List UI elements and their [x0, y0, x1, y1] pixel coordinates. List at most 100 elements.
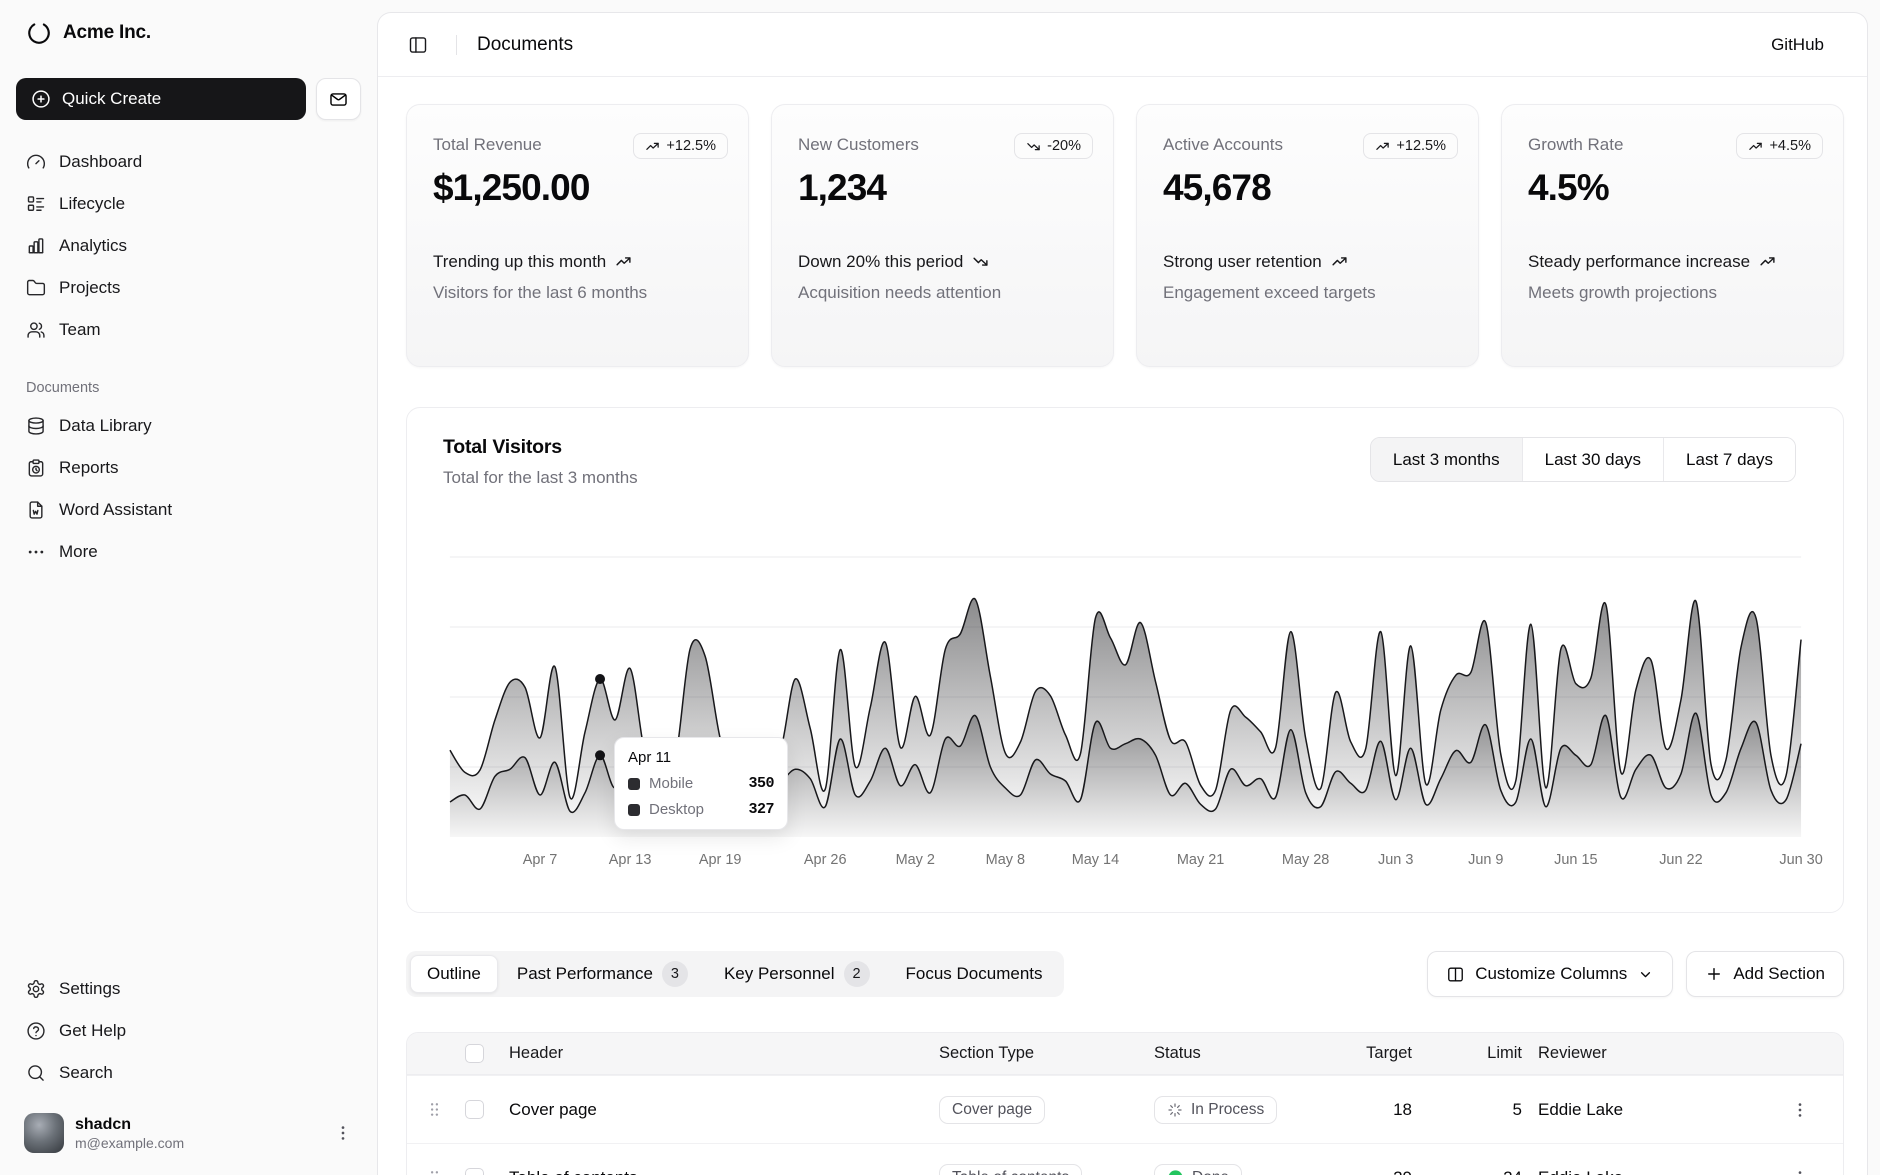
sidebar-item-label: More	[59, 542, 98, 562]
trend-badge: -20%	[1014, 133, 1093, 159]
range-last-30-days[interactable]: Last 30 days	[1522, 438, 1663, 481]
cell-header[interactable]: Cover page	[509, 1100, 939, 1120]
column-header: Status	[1154, 1044, 1344, 1063]
ellipsis-vertical-icon[interactable]	[333, 1123, 353, 1143]
status-label: Done	[1192, 1169, 1229, 1175]
stat-card-footer-text: Strong user retention	[1163, 251, 1322, 274]
stat-card-new-customers: New Customers-20%1,234Down 20% this peri…	[771, 104, 1114, 367]
main-panel: Documents GitHub Total Revenue+12.5%$1,2…	[377, 12, 1868, 1175]
range-last-3-months[interactable]: Last 3 months	[1371, 438, 1522, 481]
database-icon	[26, 416, 46, 436]
plus-icon	[1705, 965, 1723, 983]
sidebar-item-get-help[interactable]: Get Help	[16, 1013, 361, 1049]
tooltip-series-label: Mobile	[649, 775, 693, 792]
settings-icon	[26, 979, 46, 999]
quick-create-button[interactable]: Quick Create	[16, 78, 306, 120]
cell-target[interactable]: 29	[1344, 1168, 1414, 1175]
sidebar-item-data-library[interactable]: Data Library	[16, 408, 361, 444]
tab-past-performance[interactable]: Past Performance3	[500, 955, 705, 993]
panel-left-icon	[408, 35, 428, 55]
row-checkbox[interactable]	[465, 1168, 484, 1175]
svg-text:Apr 26: Apr 26	[804, 852, 847, 868]
sidebar-nav-main: Dashboard Lifecycle Analytics Projects Team	[16, 144, 361, 348]
svg-text:Jun 9: Jun 9	[1468, 852, 1503, 868]
tab-label: Past Performance	[517, 964, 653, 984]
drag-handle-icon[interactable]	[425, 1100, 465, 1119]
svg-text:May 28: May 28	[1282, 852, 1329, 868]
sidebar-spacer	[16, 570, 361, 971]
cell-target[interactable]: 18	[1344, 1100, 1414, 1120]
select-all-checkbox[interactable]	[465, 1044, 484, 1063]
drag-handle-icon[interactable]	[425, 1168, 465, 1175]
sidebar-item-search[interactable]: Search	[16, 1055, 361, 1091]
users-icon	[26, 320, 46, 340]
column-header: Header	[509, 1044, 939, 1063]
sidebar-item-dashboard[interactable]: Dashboard	[16, 144, 361, 180]
sidebar-item-word-assistant[interactable]: Word Assistant	[16, 492, 361, 528]
trend-up-icon	[1331, 253, 1348, 270]
plus-circle-icon	[31, 89, 51, 109]
stat-card-value: 1,234	[798, 167, 1087, 209]
brand-name: Acme Inc.	[63, 22, 151, 44]
sidebar-item-label: Data Library	[59, 416, 152, 436]
customize-columns-button[interactable]: Customize Columns	[1427, 951, 1673, 997]
table-toolbar: OutlinePast Performance3Key Personnel2Fo…	[406, 951, 1844, 997]
stat-card-footer-desc: Meets growth projections	[1528, 283, 1817, 303]
sidebar-item-analytics[interactable]: Analytics	[16, 228, 361, 264]
tab-key-personnel[interactable]: Key Personnel2	[707, 955, 887, 993]
cell-reviewer[interactable]: Eddie Lake	[1524, 1100, 1774, 1120]
sidebar-toggle-button[interactable]	[400, 27, 436, 63]
user-name: shadcn	[75, 1117, 322, 1133]
range-last-7-days[interactable]: Last 7 days	[1663, 438, 1795, 481]
row-checkbox[interactable]	[465, 1100, 484, 1119]
row-actions-button[interactable]	[1774, 1100, 1825, 1120]
user-menu[interactable]: shadcn m@example.com	[16, 1105, 361, 1161]
sidebar-item-label: Lifecycle	[59, 194, 125, 214]
stat-card-footer-title: Trending up this month	[433, 251, 722, 274]
tooltip-series-value: 350	[748, 775, 774, 792]
sidebar-item-label: Projects	[59, 278, 120, 298]
inbox-button[interactable]	[316, 78, 361, 120]
file-word-icon	[26, 500, 46, 520]
sidebar-item-reports[interactable]: Reports	[16, 450, 361, 486]
sidebar-item-projects[interactable]: Projects	[16, 270, 361, 306]
search-icon	[26, 1063, 46, 1083]
row-actions-button[interactable]	[1774, 1168, 1825, 1175]
trend-badge: +4.5%	[1736, 133, 1823, 159]
sidebar-item-team[interactable]: Team	[16, 312, 361, 348]
sidebar-item-settings[interactable]: Settings	[16, 971, 361, 1007]
cell-limit[interactable]: 24	[1414, 1168, 1524, 1175]
tab-focus-documents[interactable]: Focus Documents	[889, 955, 1060, 993]
topbar: Documents GitHub	[378, 13, 1867, 77]
status-label: In Process	[1191, 1101, 1264, 1119]
chevron-down-icon	[1637, 966, 1654, 983]
dots-icon	[26, 542, 46, 562]
svg-text:Jun 3: Jun 3	[1378, 852, 1413, 868]
tooltip-row: Desktop327	[628, 801, 774, 818]
quick-create-label: Quick Create	[62, 89, 161, 109]
avatar	[24, 1113, 64, 1153]
brand-menu[interactable]: Acme Inc.	[16, 14, 361, 52]
cell-limit[interactable]: 5	[1414, 1100, 1524, 1120]
content: Total Revenue+12.5%$1,250.00Trending up …	[378, 77, 1867, 1175]
trend-badge-value: +12.5%	[1396, 138, 1446, 154]
stat-cards: Total Revenue+12.5%$1,250.00Trending up …	[406, 104, 1844, 367]
sidebar-item-lifecycle[interactable]: Lifecycle	[16, 186, 361, 222]
chart-title: Total Visitors	[443, 436, 638, 459]
chart-bar-icon	[26, 236, 46, 256]
column-header: Section Type	[939, 1044, 1154, 1063]
cell-status: In Process	[1154, 1096, 1344, 1124]
active-dot-desktop	[595, 674, 605, 684]
cell-reviewer[interactable]: Eddie Lake	[1524, 1168, 1774, 1175]
add-section-button[interactable]: Add Section	[1686, 951, 1844, 997]
cell-header[interactable]: Table of contents	[509, 1168, 939, 1175]
tab-outline[interactable]: Outline	[410, 955, 498, 993]
sidebar-item-label: Dashboard	[59, 152, 142, 172]
series-swatch	[628, 804, 640, 816]
github-link[interactable]: GitHub	[1771, 35, 1824, 55]
stat-card-footer-desc: Visitors for the last 6 months	[433, 283, 722, 303]
cell-section-type: Cover page	[939, 1096, 1154, 1124]
stat-card-value: 45,678	[1163, 167, 1452, 209]
sidebar-item-label: Settings	[59, 979, 120, 999]
sidebar-item-more[interactable]: More	[16, 534, 361, 570]
